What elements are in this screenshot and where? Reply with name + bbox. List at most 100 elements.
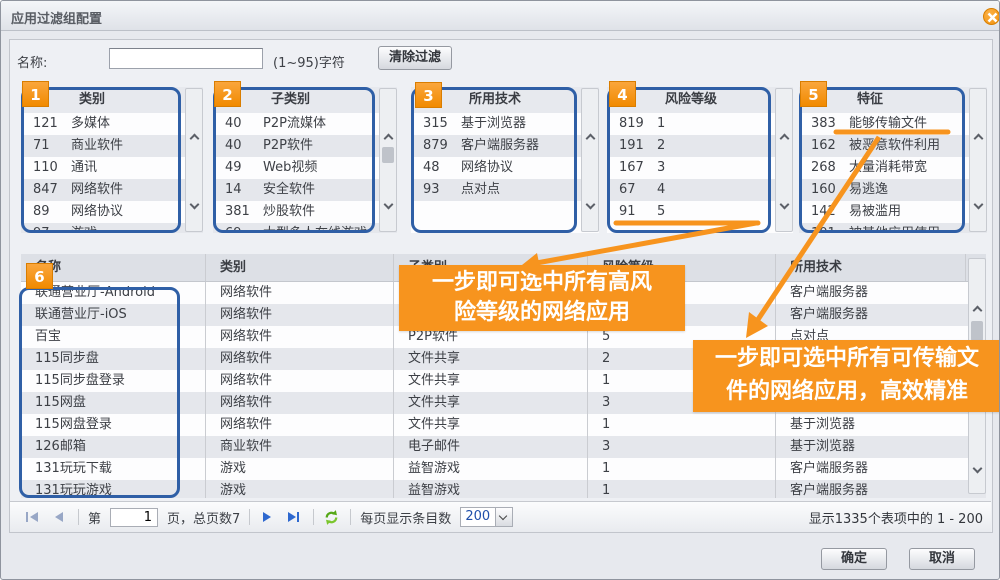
scroll-down-icon[interactable] — [780, 200, 790, 210]
list-item[interactable]: 67 4 — [607, 179, 793, 201]
list-item[interactable]: 89 网络协议 — [21, 201, 203, 223]
scroll-thumb[interactable] — [971, 321, 983, 341]
name-filter-input[interactable] — [109, 48, 263, 69]
step-badge-1: 1 — [22, 81, 49, 107]
item-count: 268 — [799, 157, 849, 179]
cell-name: 126邮箱 — [21, 436, 206, 458]
risk-callout-line2: 险等级的网络应用 — [399, 298, 685, 328]
scroll-down-icon[interactable] — [384, 200, 394, 210]
list-item[interactable]: 91 5 — [607, 201, 793, 223]
cell-category: 网络软件 — [206, 392, 394, 414]
scroll-thumb[interactable] — [382, 147, 394, 163]
clear-filter-button[interactable]: 清除过滤 — [378, 46, 452, 70]
per-page-value: 200 — [460, 507, 496, 527]
feature-scrollbar[interactable] — [969, 88, 987, 232]
list-item[interactable]: 383 能够传输文件 — [799, 113, 987, 135]
list-item[interactable]: 48 网络协议 — [411, 157, 599, 179]
scroll-down-icon[interactable] — [973, 464, 983, 474]
list-item[interactable]: 142 易被滥用 — [799, 201, 987, 223]
scroll-up-icon[interactable] — [780, 134, 790, 144]
cell-risk: 1 — [588, 458, 776, 480]
dropdown-arrow-icon[interactable] — [496, 507, 513, 527]
filter-panel-feature: 特征 383 能够传输文件 162 被恶意软件利用 268 大量消耗带宽 160… — [799, 87, 987, 233]
dialog-title: 应用过滤组配置 — [11, 8, 102, 27]
page-number-input[interactable] — [110, 508, 158, 527]
item-label: 能够传输文件 — [849, 113, 987, 135]
column-header-category[interactable]: 类别 — [206, 254, 394, 281]
cancel-button[interactable]: 取消 — [909, 548, 975, 570]
cell-name: 131玩玩游戏 — [21, 480, 206, 498]
step-badge-6: 6 — [26, 263, 53, 289]
list-item[interactable]: 315 基于浏览器 — [411, 113, 599, 135]
scroll-up-icon[interactable] — [973, 306, 983, 316]
scroll-up-icon[interactable] — [586, 134, 596, 144]
list-item[interactable]: 167 3 — [607, 157, 793, 179]
table-row[interactable]: 115网盘登录 网络软件 文件共享 1 基于浏览器 — [21, 414, 986, 436]
close-button[interactable] — [983, 8, 1000, 25]
list-item[interactable]: 819 1 — [607, 113, 793, 135]
list-item[interactable]: 191 2 — [607, 135, 793, 157]
prev-page-button[interactable] — [51, 509, 69, 525]
item-label: 大型多人在线游戏 — [263, 223, 397, 233]
panel-header: 特征 — [799, 87, 987, 113]
item-label: 易逃逸 — [849, 179, 987, 201]
list-item[interactable]: 268 大量消耗带宽 — [799, 157, 987, 179]
risk-scrollbar[interactable] — [775, 88, 793, 232]
item-label: 被其他应用使用 — [849, 223, 987, 233]
item-count: 69 — [213, 223, 263, 233]
technology-scrollbar[interactable] — [581, 88, 599, 232]
list-item[interactable]: 162 被恶意软件利用 — [799, 135, 987, 157]
ok-button[interactable]: 确定 — [821, 548, 887, 570]
last-page-button[interactable] — [286, 509, 304, 525]
list-item[interactable]: 97 游戏 — [21, 223, 203, 233]
scroll-up-icon[interactable] — [974, 134, 984, 144]
list-item[interactable]: 69 大型多人在线游戏 — [213, 223, 397, 233]
step-badge-4: 4 — [609, 81, 636, 107]
item-label: 被恶意软件利用 — [849, 135, 987, 157]
list-item[interactable]: 121 多媒体 — [21, 113, 203, 135]
cell-name: 115网盘 — [21, 392, 206, 414]
first-page-button[interactable] — [24, 509, 42, 525]
item-label: Web视频 — [263, 157, 397, 179]
scroll-down-icon[interactable] — [190, 200, 200, 210]
step-badge-3: 3 — [415, 82, 442, 108]
list-item[interactable]: 110 通讯 — [21, 157, 203, 179]
dialog-titlebar: 应用过滤组配置 — [1, 1, 999, 31]
scroll-down-icon[interactable] — [586, 200, 596, 210]
feature-callout: 一步即可选中所有可传输文 件的网络应用，高效精准 — [693, 340, 1000, 412]
list-item[interactable]: 879 客户端服务器 — [411, 135, 599, 157]
risk-callout: 一步即可选中所有高风 险等级的网络应用 — [399, 265, 685, 331]
list-item[interactable]: 160 易逃逸 — [799, 179, 987, 201]
scroll-up-icon[interactable] — [190, 134, 200, 144]
item-label: 网络软件 — [71, 179, 203, 201]
scroll-down-icon[interactable] — [974, 200, 984, 210]
refresh-button[interactable] — [323, 509, 341, 525]
risk-list: 风险等级 819 1 191 2 167 3 67 4 91 5 — [607, 87, 793, 233]
column-header-technology[interactable]: 所用技术 — [776, 254, 966, 281]
cell-category: 商业软件 — [206, 436, 394, 458]
table-row[interactable]: 126邮箱 商业软件 电子邮件 3 基于浏览器 — [21, 436, 986, 458]
list-item[interactable]: 14 安全软件 — [213, 179, 397, 201]
category-scrollbar[interactable] — [185, 88, 203, 232]
cell-subcategory: 文件共享 — [394, 414, 588, 436]
list-item[interactable]: 101 被其他应用使用 — [799, 223, 987, 233]
divider — [350, 509, 351, 525]
item-label: 通讯 — [71, 157, 203, 179]
table-row[interactable]: 131玩玩游戏 游戏 益智游戏 1 客户端服务器 — [21, 480, 986, 498]
item-label: 易被滥用 — [849, 201, 987, 223]
per-page-select[interactable]: 200 — [460, 507, 513, 527]
list-item[interactable]: 847 网络软件 — [21, 179, 203, 201]
next-page-button[interactable] — [259, 509, 277, 525]
scroll-up-icon[interactable] — [384, 134, 394, 144]
list-item[interactable]: 40 P2P流媒体 — [213, 113, 397, 135]
list-item[interactable]: 71 商业软件 — [21, 135, 203, 157]
list-item[interactable]: 49 Web视频 — [213, 157, 397, 179]
list-item[interactable]: 40 P2P软件 — [213, 135, 397, 157]
subcategory-scrollbar[interactable] — [379, 88, 397, 232]
app-filter-group-dialog: 应用过滤组配置 名称: (1~95)字符 清除过滤 类别 121 多媒体 71 … — [0, 0, 1000, 580]
list-item[interactable]: 381 炒股软件 — [213, 201, 397, 223]
list-item[interactable]: 93 点对点 — [411, 179, 599, 201]
item-label: 多媒体 — [71, 113, 203, 135]
item-count: 191 — [607, 135, 657, 157]
table-row[interactable]: 131玩玩下载 游戏 益智游戏 1 客户端服务器 — [21, 458, 986, 480]
